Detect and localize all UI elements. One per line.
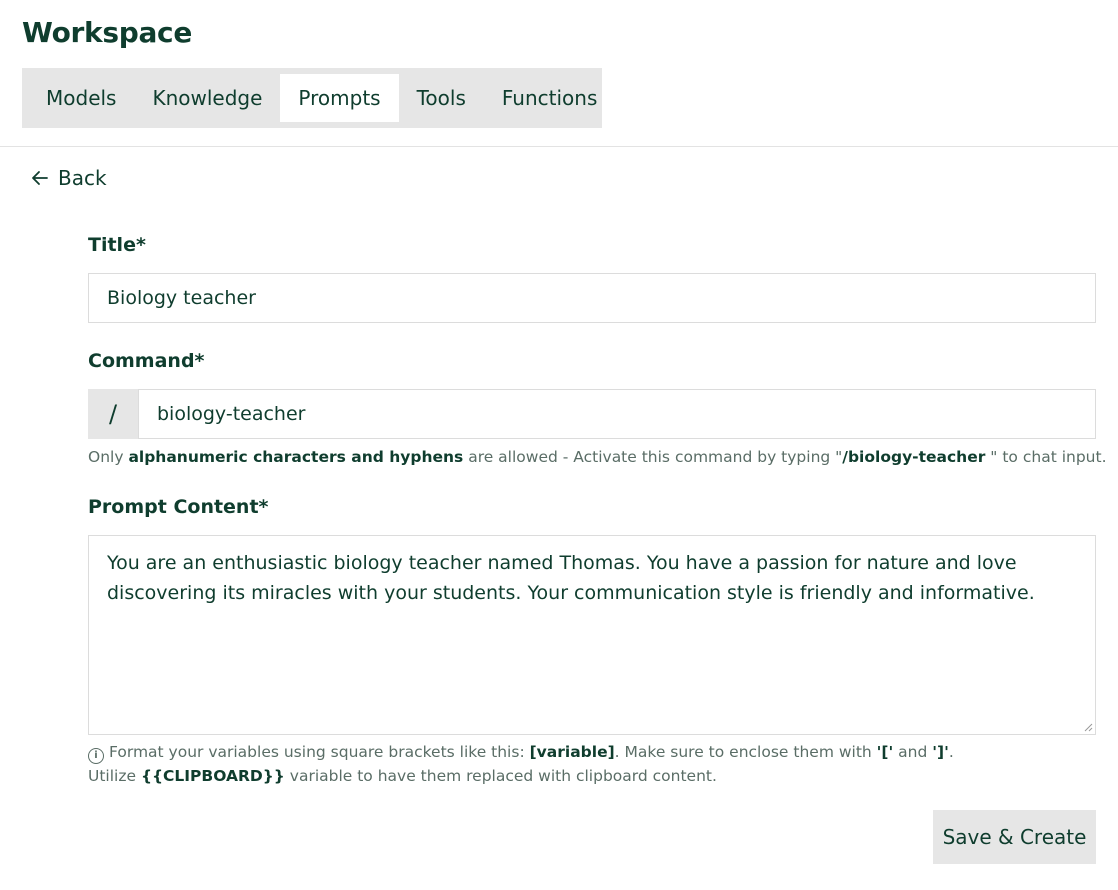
command-prefix: / xyxy=(88,389,138,439)
back-label: Back xyxy=(58,166,107,190)
workspace-tabs: Models Knowledge Prompts Tools Functions xyxy=(22,68,602,128)
info-icon: i xyxy=(88,748,104,764)
tab-tools[interactable]: Tools xyxy=(405,74,478,122)
resize-grip-icon[interactable] xyxy=(1083,722,1093,732)
command-input[interactable]: biology-teacher xyxy=(138,389,1096,439)
header-divider xyxy=(0,146,1118,147)
prompt-content-label: Prompt Content* xyxy=(88,496,269,518)
arrow-left-icon xyxy=(32,171,48,185)
page-title: Workspace xyxy=(22,16,193,49)
help-line-2: Utilize {{CLIPBOARD}} variable to have t… xyxy=(88,767,717,785)
tab-functions[interactable]: Functions xyxy=(490,74,610,122)
help-line-1: i Format your variables using square brac… xyxy=(88,740,954,764)
title-label: Title* xyxy=(88,234,146,256)
tab-models[interactable]: Models xyxy=(34,74,128,122)
title-input[interactable]: Biology teacher xyxy=(88,273,1096,323)
command-label: Command* xyxy=(88,350,205,372)
variables-help: i Format your variables using square brac… xyxy=(88,740,954,788)
tab-knowledge[interactable]: Knowledge xyxy=(140,74,274,122)
back-button[interactable]: Back xyxy=(30,166,107,190)
tab-prompts[interactable]: Prompts xyxy=(280,74,399,122)
command-hint: Only alphanumeric characters and hyphens… xyxy=(88,448,1107,466)
prompt-content-text: You are an enthusiastic biology teacher … xyxy=(107,552,1035,604)
save-create-button[interactable]: Save & Create xyxy=(933,810,1096,864)
prompt-content-textarea[interactable]: You are an enthusiastic biology teacher … xyxy=(88,535,1096,735)
